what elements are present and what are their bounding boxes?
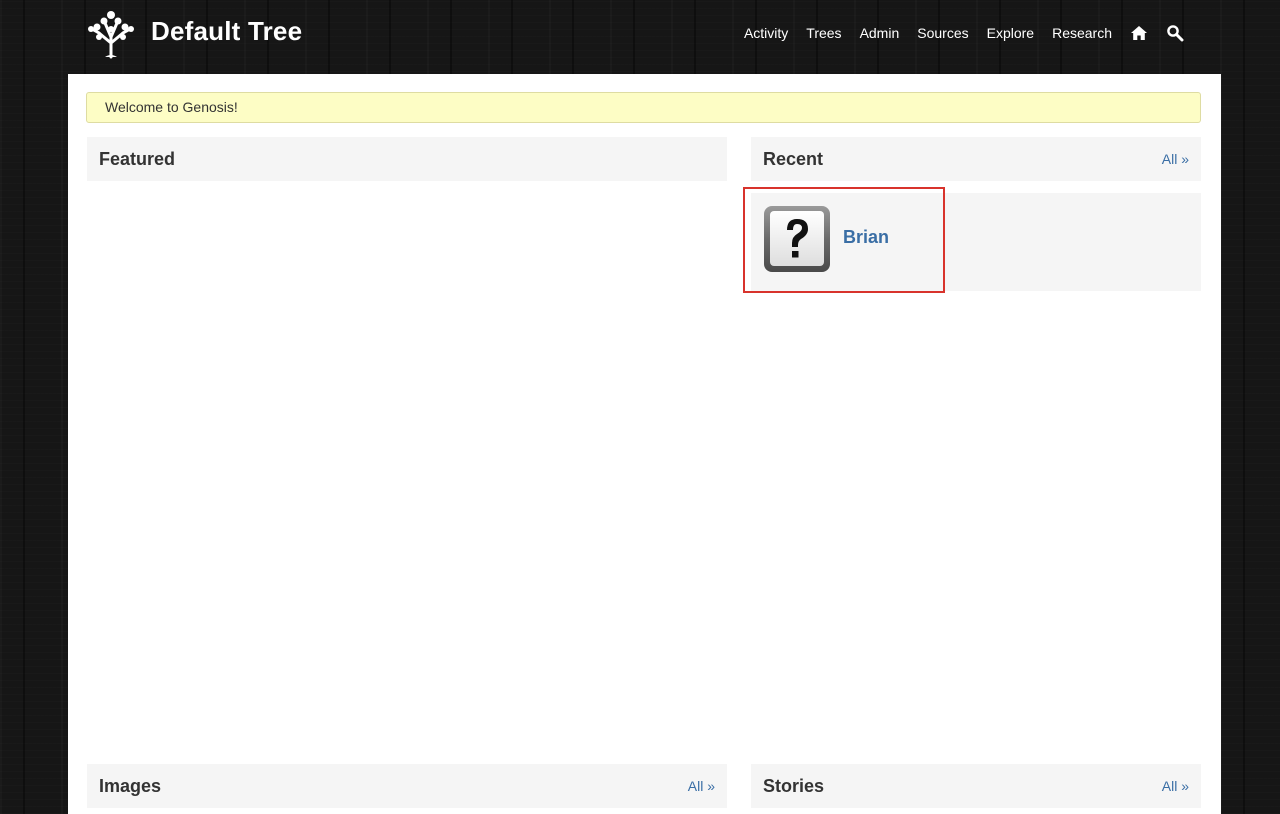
tree-logo-icon[interactable]	[87, 9, 135, 59]
site-header: Default Tree Activity Trees Admin Source…	[0, 0, 1280, 74]
featured-panel-header: Featured	[87, 137, 727, 181]
search-icon[interactable]	[1166, 24, 1184, 42]
recent-panel-header: Recent All »	[751, 137, 1201, 181]
images-all-link[interactable]: All »	[688, 778, 715, 794]
welcome-banner: Welcome to Genosis!	[86, 92, 1201, 123]
unknown-person-question-icon[interactable]	[763, 205, 831, 273]
featured-title: Featured	[99, 148, 176, 169]
stories-title: Stories	[763, 775, 825, 796]
main-nav: Activity Trees Admin Sources Explore Res…	[744, 24, 1184, 42]
recent-person-card[interactable]: Brian	[743, 187, 945, 293]
site-title[interactable]: Default Tree	[151, 16, 302, 47]
stories-all-link[interactable]: All »	[1162, 778, 1189, 794]
recent-title: Recent	[763, 148, 824, 169]
home-icon[interactable]	[1130, 24, 1148, 42]
nav-sources[interactable]: Sources	[917, 25, 968, 41]
recent-person-name[interactable]: Brian	[843, 227, 889, 248]
main-content: Welcome to Genosis! Featured Recent All …	[68, 74, 1221, 814]
nav-activity[interactable]: Activity	[744, 25, 788, 41]
images-title: Images	[99, 775, 162, 796]
images-panel-header: Images All »	[87, 764, 727, 808]
stories-panel-header: Stories All »	[751, 764, 1201, 808]
recent-list: Brian	[743, 187, 1201, 293]
nav-trees[interactable]: Trees	[806, 25, 841, 41]
nav-research[interactable]: Research	[1052, 25, 1112, 41]
nav-explore[interactable]: Explore	[987, 25, 1034, 41]
recent-all-link[interactable]: All »	[1162, 151, 1189, 167]
nav-admin[interactable]: Admin	[860, 25, 900, 41]
